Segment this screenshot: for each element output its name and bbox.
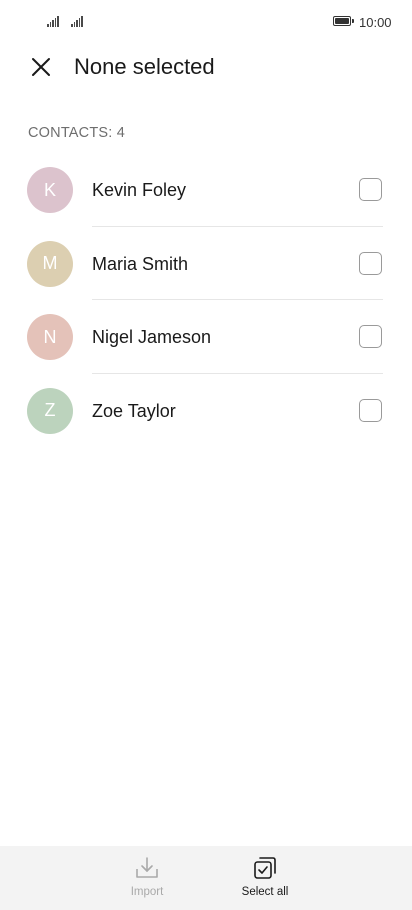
avatar-initial: M [42, 253, 58, 273]
select-all-icon [254, 857, 276, 879]
contact-row[interactable]: Z Zoe Taylor [0, 374, 412, 448]
contact-row[interactable]: K Kevin Foley [0, 153, 412, 227]
import-icon [136, 857, 158, 878]
avatar: K [27, 167, 73, 213]
contact-row[interactable]: M Maria Smith [0, 227, 412, 300]
avatar: N [27, 314, 73, 360]
contact-checkbox[interactable] [359, 398, 382, 422]
status-bar: 10:00 [0, 0, 412, 44]
contact-checkbox[interactable] [359, 325, 382, 348]
title-bar: None selected [0, 44, 412, 90]
close-icon [32, 58, 50, 76]
contact-list: K Kevin Foley M Maria Smith N Nigel Jame… [0, 153, 412, 447]
section-header: CONTACTS: 4 [28, 125, 125, 141]
avatar-initial: N [43, 326, 57, 347]
contact-checkbox[interactable] [359, 251, 382, 275]
select-all-button[interactable]: Select all [225, 855, 305, 898]
contact-name: Nigel Jameson [92, 327, 212, 347]
contact-row[interactable]: N Nigel Jameson [0, 300, 412, 374]
contact-name: Maria Smith [92, 253, 189, 274]
status-time: 10:00 [359, 15, 392, 30]
avatar: M [27, 240, 73, 287]
page-title: None selected [74, 54, 215, 79]
battery-icon [333, 16, 354, 26]
contact-name: Kevin Foley [92, 180, 187, 200]
import-label: Import [130, 886, 164, 898]
avatar-initial: K [43, 179, 56, 200]
import-button[interactable]: Import [107, 855, 187, 898]
select-all-label: Select all [241, 886, 289, 898]
avatar: Z [27, 387, 73, 434]
avatar-initial: Z [44, 400, 56, 420]
contact-name: Zoe Taylor [92, 400, 176, 421]
signal-icon [71, 15, 83, 27]
close-button[interactable] [26, 52, 56, 82]
signal-icon [47, 15, 59, 27]
contact-checkbox[interactable] [359, 178, 382, 201]
bottom-action-bar: Import Select all [0, 846, 412, 910]
